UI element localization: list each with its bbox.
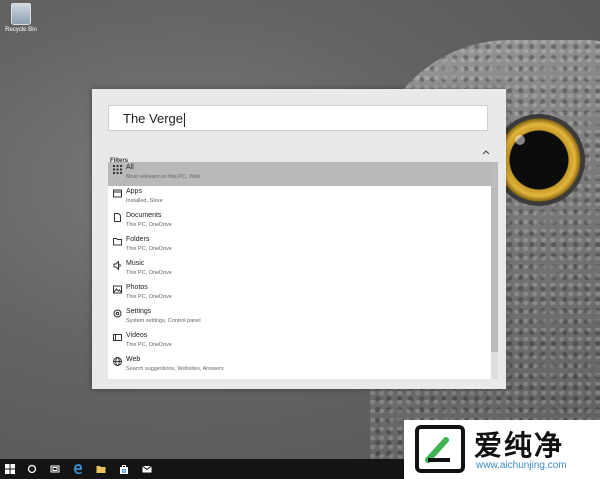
filter-item-title: Documents [126,212,162,219]
task-view-icon[interactable] [50,464,60,474]
recycle-bin-shortcut[interactable]: Recycle Bin [4,3,38,33]
filter-item-all[interactable]: All Most relevant on this PC, Web [108,162,491,186]
filter-item-subtitle: This PC, OneDrive [126,342,172,348]
document-icon [114,213,121,222]
search-query-text: The Verge [123,111,183,126]
filter-item-title: Apps [126,188,142,195]
filter-item-title: Folders [126,236,150,243]
edge-icon[interactable] [73,464,83,474]
filter-item-title: Photos [126,284,148,291]
filter-item-subtitle: This PC, OneDrive [126,246,172,252]
filter-item-music[interactable]: Music This PC, OneDrive [108,258,491,282]
grid-icon [113,165,122,174]
music-icon [113,261,121,270]
owl-eye [497,118,581,202]
file-explorer-icon[interactable] [96,464,106,474]
search-panel: The Verge Filters All Most relevant on t… [92,89,506,389]
apps-icon [113,189,122,198]
filter-item-title: All [126,164,134,171]
filters-header[interactable]: Filters [110,148,498,164]
filter-item-subtitle: Installed, Store [126,198,163,204]
recycle-bin-label: Recycle Bin [5,27,37,33]
list-scrollbar[interactable] [491,162,498,379]
filter-item-documents[interactable]: Documents This PC, OneDrive [108,210,491,234]
windows-start-icon[interactable] [5,464,15,474]
filter-item-title: Settings [126,308,152,315]
watermark-chinese-text: 爱纯净 [474,430,565,461]
filter-item-title: Web [126,356,141,363]
filter-item-subtitle: Most relevant on this PC, Web [126,174,201,180]
cortana-icon[interactable] [27,464,37,474]
filter-item-subtitle: This PC, OneDrive [126,270,172,276]
filter-item-photos[interactable]: Photos This PC, OneDrive [108,282,491,306]
filter-item-title: Music [126,260,145,267]
filter-item-subtitle: Search suggestions, Websites, Answers [126,366,224,372]
watermark: 爱纯净 www.aichunjing.com [404,420,600,479]
scrollbar-thumb[interactable] [491,162,498,352]
recycle-bin-icon [11,3,31,25]
search-input[interactable]: The Verge [108,105,488,131]
folder-icon [113,238,122,246]
watermark-logo [415,425,465,473]
filter-item-settings[interactable]: Settings System settings, Control panel [108,306,491,330]
gear-icon [113,309,122,318]
filter-item-web[interactable]: Web Search suggestions, Websites, Answer… [108,354,491,378]
globe-icon [113,357,122,366]
watermark-url: www.aichunjing.com [476,460,567,471]
filter-item-apps[interactable]: Apps Installed, Store [108,186,491,210]
filter-item-subtitle: This PC, OneDrive [126,294,172,300]
store-icon[interactable] [119,464,129,474]
mail-icon[interactable] [142,464,152,474]
filter-item-videos[interactable]: Videos This PC, OneDrive [108,330,491,354]
filter-item-subtitle: System settings, Control panel [126,318,201,324]
filter-item-folders[interactable]: Folders This PC, OneDrive [108,234,491,258]
video-icon [113,334,122,341]
filter-item-subtitle: This PC, OneDrive [126,222,172,228]
text-caret [184,112,185,127]
filters-list: All Most relevant on this PC, Web Apps I… [108,162,498,379]
filter-item-title: Videos [126,332,148,339]
photo-icon [113,285,122,294]
chevron-up-icon[interactable] [482,148,490,156]
desktop-wallpaper: Recycle Bin The Verge Filters All Most r… [0,0,600,459]
